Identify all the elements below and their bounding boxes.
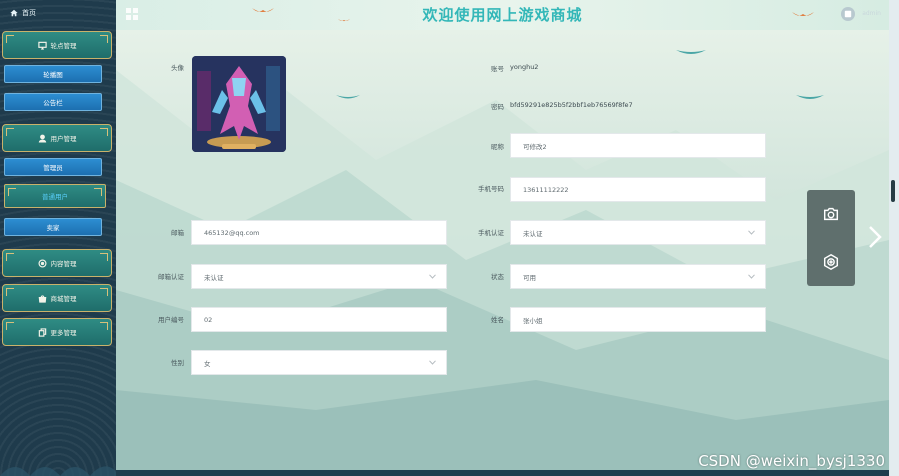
watermark: CSDN @weixin_bysj1330: [698, 452, 885, 470]
sidebar: 首页 轮点管理 轮播图 公告栏 用户管理 管理员 普通用户 卖家 内容管理 商城…: [0, 0, 116, 476]
account-value: yonghu2: [510, 63, 539, 71]
sidebar-item-seller[interactable]: 卖家: [4, 218, 102, 236]
phone-verify-select[interactable]: 未认证: [510, 220, 766, 245]
status-value: 可用: [523, 273, 536, 282]
sidebar-item-label: 卖家: [46, 224, 60, 232]
monitor-icon: [37, 41, 47, 50]
sidebar-item-carousel[interactable]: 轮播图: [4, 65, 102, 83]
status-label: 状态: [491, 273, 504, 281]
camera-icon[interactable]: [822, 205, 840, 223]
sidebar-item-notice[interactable]: 公告栏: [4, 93, 102, 111]
sidebar-item-admin[interactable]: 管理员: [4, 158, 102, 176]
gender-value: 女: [204, 359, 211, 368]
email-input[interactable]: 465132@qq.com: [191, 220, 447, 245]
bottom-wave-decoration: [0, 466, 116, 476]
page-title: 欢迎使用网上游戏商城: [422, 6, 583, 24]
sidebar-group-label: 内容管理: [50, 260, 77, 268]
image-icon: [844, 10, 852, 18]
sidebar-item-label: 公告栏: [43, 99, 63, 107]
scrollbar[interactable]: [889, 0, 899, 476]
user-no-value: 02: [204, 315, 213, 324]
sidebar-item-label: 轮播图: [43, 71, 63, 79]
sidebar-group-label: 商城管理: [50, 295, 77, 303]
sidebar-item-label: 普通用户: [42, 193, 68, 201]
header-username[interactable]: admin: [862, 10, 881, 17]
nickname-value: 可修改2: [523, 142, 547, 151]
sidebar-item-label: 管理员: [43, 164, 63, 172]
sidebar-group-more[interactable]: 更多管理: [2, 318, 112, 346]
status-select[interactable]: 可用: [510, 264, 766, 289]
floating-toolbar: [807, 190, 855, 286]
phone-verify-value: 未认证: [523, 229, 543, 238]
circle-dot-icon: [37, 258, 47, 268]
sidebar-group-label: 轮点管理: [50, 42, 77, 50]
chevron-down-icon: [429, 360, 436, 365]
sidebar-home[interactable]: 首页: [4, 4, 112, 22]
bag-icon: [38, 294, 46, 303]
name-label: 姓名: [491, 316, 504, 324]
chevron-down-icon: [748, 230, 755, 235]
user-icon: [38, 134, 46, 143]
plus-hexagon-icon[interactable]: [822, 253, 840, 271]
sidebar-group-label: 用户管理: [50, 135, 77, 143]
sidebar-group-content[interactable]: 内容管理: [2, 249, 112, 277]
email-verify-value: 未认证: [204, 273, 224, 282]
password-value: bfd59291e825b5f2bbf1eb76569f8fe7: [510, 101, 633, 109]
gender-label: 性别: [171, 359, 184, 367]
top-header: 欢迎使用网上游戏商城 admin: [116, 0, 889, 30]
sidebar-group-label: 更多管理: [50, 329, 77, 337]
chevron-down-icon: [429, 274, 436, 279]
phone-verify-label: 手机认证: [478, 229, 504, 237]
sidebar-group-shop[interactable]: 商城管理: [2, 284, 112, 312]
sidebar-group-users[interactable]: 用户管理: [2, 124, 112, 152]
phone-label: 手机号码: [478, 185, 504, 193]
nickname-input[interactable]: 可修改2: [510, 133, 766, 158]
sidebar-item-normal-users[interactable]: 普通用户: [4, 184, 106, 208]
sidebar-group-carousel[interactable]: 轮点管理: [2, 31, 112, 59]
account-label: 账号: [491, 65, 504, 73]
name-input[interactable]: 张小姐: [510, 307, 766, 332]
character-art: [192, 56, 286, 152]
scrollbar-thumb[interactable]: [891, 180, 895, 202]
gender-select[interactable]: 女: [191, 350, 447, 375]
copy-icon: [38, 327, 46, 337]
avatar-image[interactable]: [192, 56, 286, 152]
chevron-right-icon[interactable]: [866, 224, 884, 250]
email-verify-select[interactable]: 未认证: [191, 264, 447, 289]
phone-value: 13611112222: [523, 185, 569, 194]
user-no-label: 用户编号: [158, 316, 184, 324]
avatar-label: 头像: [171, 64, 184, 72]
user-avatar[interactable]: [841, 7, 855, 21]
main-content: 头像 账号 yonghu2 密码 bfd59291e825b5f2bbf1eb7…: [116, 30, 889, 470]
email-label: 邮箱: [171, 229, 184, 237]
user-no-input[interactable]: 02: [191, 307, 447, 332]
nickname-label: 昵称: [491, 143, 504, 151]
chevron-down-icon: [748, 274, 755, 279]
home-label: 首页: [22, 9, 36, 17]
email-value: 465132@qq.com: [204, 228, 260, 237]
password-label: 密码: [491, 103, 504, 111]
email-verify-label: 邮箱认证: [158, 273, 184, 281]
name-value: 张小姐: [523, 316, 543, 325]
home-icon: [10, 9, 18, 17]
phone-input[interactable]: 13611112222: [510, 177, 766, 202]
